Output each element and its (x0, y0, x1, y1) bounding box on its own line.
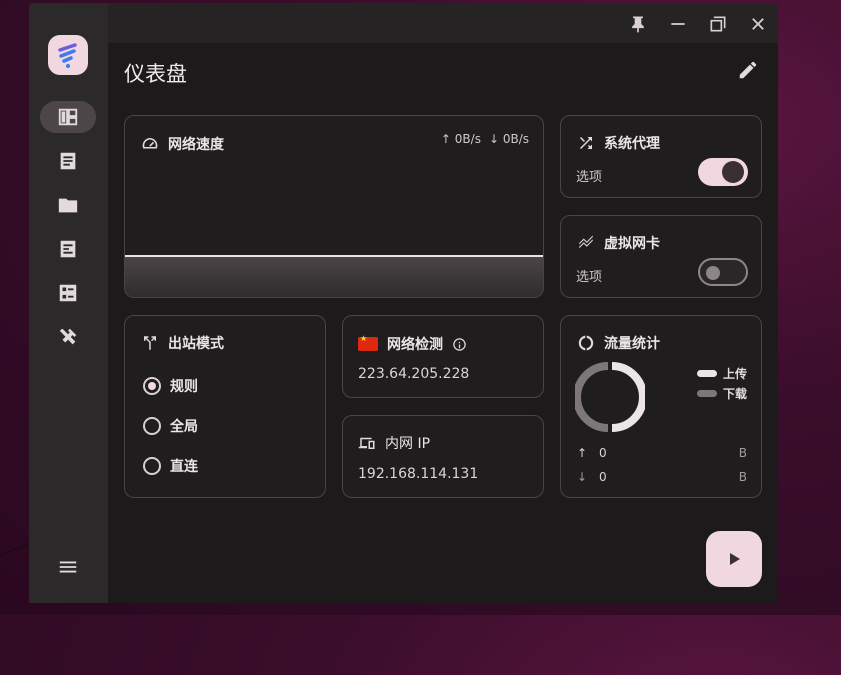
edit-icon (739, 61, 757, 79)
legend-download: 下载 (697, 385, 747, 402)
mode-option-rule[interactable]: 规则 (143, 376, 198, 396)
checklist-icon (59, 284, 77, 302)
minimize-button[interactable] (665, 11, 691, 37)
pin-button[interactable] (625, 11, 651, 37)
download-ring-segment (575, 362, 609, 432)
radio-button[interactable] (143, 377, 161, 395)
edit-button[interactable] (737, 59, 763, 85)
download-total-unit: B (738, 470, 747, 484)
menu-button[interactable] (40, 551, 96, 583)
radio-button[interactable] (143, 417, 161, 435)
menu-icon (59, 561, 77, 573)
app-window: 仪表盘 网络速度 ↑ 0B/s ↓ 0B/s 系统代理 选项 虚拟网卡 选项 出… (29, 3, 778, 603)
outbound-mode-card: 出站模式 规则 全局 直连 (124, 315, 326, 498)
china-flag-icon (358, 334, 378, 351)
outbound-mode-label: 出站模式 (168, 336, 224, 352)
page-title: 仪表盘 (124, 62, 187, 86)
arrow-down-icon: ↓ (577, 470, 588, 484)
system-proxy-label: 系统代理 (604, 136, 660, 152)
tun-toggle[interactable] (698, 258, 748, 286)
app-logo (48, 35, 88, 75)
minimize-icon (671, 23, 685, 25)
upload-speed-value: 0B/s (454, 132, 481, 146)
speed-readout: ↑ 0B/s ↓ 0B/s (441, 132, 529, 146)
download-total-row: ↓ 0 B (577, 470, 747, 484)
traffic-donut-chart (575, 362, 645, 432)
info-icon[interactable] (452, 337, 467, 352)
download-speed: ↓ 0B/s (488, 132, 529, 146)
tun-label: 虚拟网卡 (604, 236, 660, 252)
dashboard-icon (58, 108, 78, 126)
radio-button[interactable] (143, 457, 161, 475)
intranet-ip-title: 内网 IP (358, 433, 430, 453)
upload-total-value: 0 (599, 446, 607, 460)
pin-icon (632, 16, 644, 33)
folder-icon (58, 198, 78, 213)
download-swatch (697, 390, 717, 397)
nav-dashboard[interactable] (40, 101, 96, 133)
tun-title: 虚拟网卡 (577, 233, 660, 253)
intranet-ip-label: 内网 IP (385, 436, 431, 452)
legend-download-label: 下载 (723, 387, 748, 401)
tools-icon (59, 328, 77, 345)
network-speed-title: 网络速度 (141, 134, 224, 154)
network-speed-card: 网络速度 ↑ 0B/s ↓ 0B/s (124, 115, 544, 298)
logo-icon (58, 43, 77, 68)
download-speed-value: 0B/s (502, 132, 529, 146)
upload-total-row: ↑ 0 B (577, 446, 747, 460)
speedometer-icon (142, 138, 158, 149)
legend-upload-label: 上传 (723, 367, 748, 381)
article-icon (60, 152, 76, 170)
logs-icon (60, 240, 76, 258)
mode-option-direct[interactable]: 直连 (143, 456, 198, 476)
tun-subtitle: 选项 (576, 270, 603, 285)
system-proxy-title: 系统代理 (577, 133, 660, 153)
shuffle-icon (580, 137, 592, 149)
nav-article[interactable] (40, 145, 96, 177)
upload-speed: ↑ 0B/s (440, 132, 481, 146)
start-button[interactable] (706, 531, 762, 587)
nav-logs[interactable] (40, 233, 96, 265)
network-check-title: 网络检测 (358, 334, 467, 354)
network-speed-label: 网络速度 (168, 137, 224, 153)
maximize-button[interactable] (705, 11, 731, 37)
legend-upload: 上传 (697, 365, 747, 382)
network-check-label: 网络检测 (387, 337, 443, 353)
maximize-icon (710, 16, 726, 32)
intranet-ip-card: 内网 IP 192.168.114.131 (342, 415, 544, 498)
fork-icon (144, 336, 156, 350)
mode-option-label: 规则 (170, 379, 198, 395)
download-total-value: 0 (599, 470, 607, 484)
mode-option-label: 全局 (170, 419, 198, 435)
system-proxy-toggle[interactable] (698, 158, 748, 186)
system-proxy-subtitle: 选项 (576, 170, 603, 185)
mode-option-global[interactable]: 全局 (143, 416, 198, 436)
traffic-card: 流量统计 上传 下载 ↑ 0 B ↓ 0 B (560, 315, 762, 498)
sidebar (29, 3, 108, 603)
mode-option-label: 直连 (170, 459, 198, 475)
arrow-up-icon: ↑ (577, 446, 588, 460)
close-icon (752, 18, 764, 30)
trend-icon (579, 235, 593, 249)
nav-checklist[interactable] (40, 277, 96, 309)
speed-graph (125, 255, 543, 297)
public-ip-value: 223.64.205.228 (358, 366, 470, 382)
outbound-mode-title: 出站模式 (141, 333, 224, 353)
upload-ring-segment (611, 362, 645, 432)
intranet-ip-value: 192.168.114.131 (358, 466, 479, 482)
system-proxy-card: 系统代理 选项 (560, 115, 762, 198)
network-check-card: 网络检测 223.64.205.228 (342, 315, 544, 398)
upload-total-unit: B (738, 446, 747, 460)
play-icon (730, 553, 740, 565)
traffic-label: 流量统计 (604, 336, 660, 352)
tun-card: 虚拟网卡 选项 (560, 215, 762, 298)
close-button[interactable] (745, 11, 771, 37)
nav-tools[interactable] (40, 321, 96, 353)
upload-swatch (697, 370, 717, 377)
devices-icon (358, 437, 375, 449)
traffic-title: 流量统计 (577, 333, 660, 353)
nav-folder[interactable] (40, 189, 96, 221)
donut-chart-icon (578, 335, 594, 351)
